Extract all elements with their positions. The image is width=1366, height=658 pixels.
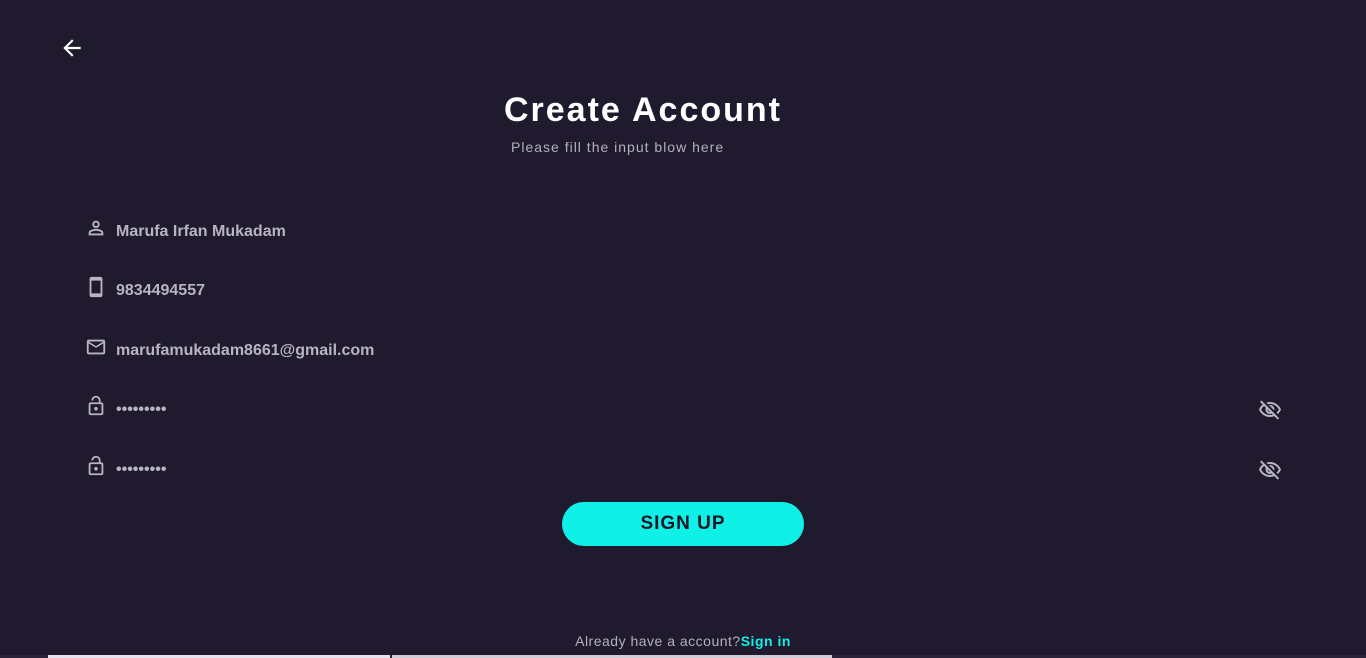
smartphone-icon xyxy=(84,275,108,299)
eye-off-icon xyxy=(1259,400,1281,420)
lock-icon xyxy=(84,394,108,418)
arrow-left-icon xyxy=(63,39,81,57)
phone-field[interactable]: 9834494557 xyxy=(84,275,1284,307)
password-field[interactable]: ••••••••• xyxy=(84,394,1284,426)
name-input[interactable]: Marufa Irfan Mukadam xyxy=(116,222,1284,242)
signup-page: Create Account Please fill the input blo… xyxy=(0,0,1366,658)
lock-icon xyxy=(84,454,108,478)
password-input[interactable]: ••••••••• xyxy=(116,400,1256,420)
mail-icon xyxy=(84,335,108,359)
toggle-confirm-password-visibility[interactable] xyxy=(1256,456,1284,484)
phone-input[interactable]: 9834494557 xyxy=(116,281,1284,301)
confirm-password-input[interactable]: ••••••••• xyxy=(116,460,1256,480)
eye-off-icon xyxy=(1259,460,1281,480)
toggle-password-visibility[interactable] xyxy=(1256,396,1284,424)
email-input[interactable]: marufamukadam8661@gmail.com xyxy=(116,341,1284,361)
signin-prompt: Already have a account?Sign in xyxy=(0,632,1366,650)
email-field[interactable]: marufamukadam8661@gmail.com xyxy=(84,335,1284,367)
signup-button[interactable]: SIGN UP xyxy=(562,502,804,546)
page-subtitle: Please fill the input blow here xyxy=(511,139,725,155)
back-button[interactable] xyxy=(56,32,88,64)
page-title: Create Account xyxy=(503,91,783,129)
person-icon xyxy=(84,216,108,240)
name-field[interactable]: Marufa Irfan Mukadam xyxy=(84,216,1284,248)
signin-question: Already have a account? xyxy=(575,633,741,649)
confirm-password-field[interactable]: ••••••••• xyxy=(84,454,1284,486)
signin-link[interactable]: Sign in xyxy=(741,633,791,649)
